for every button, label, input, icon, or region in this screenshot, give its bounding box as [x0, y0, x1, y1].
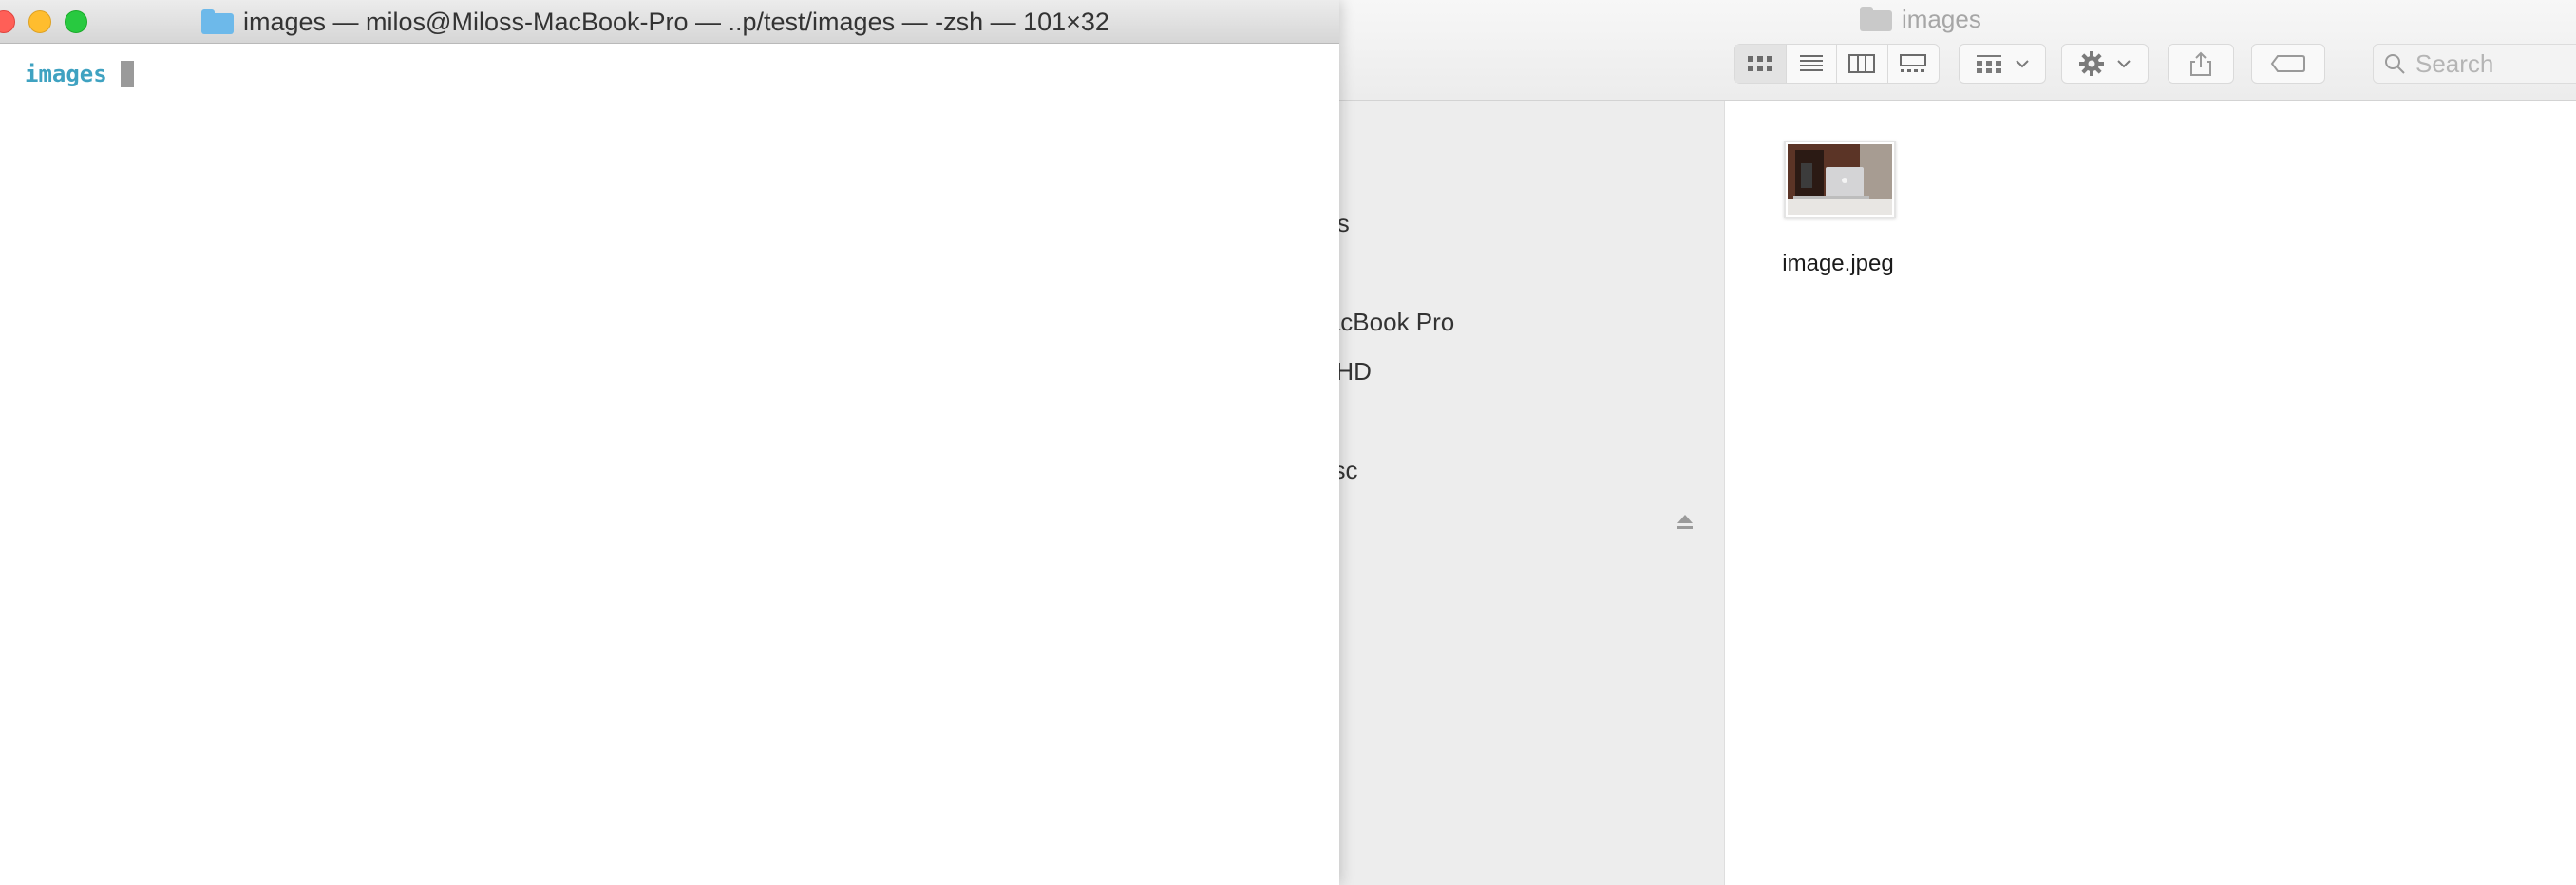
column-view-icon	[1848, 54, 1876, 73]
icon-view-icon	[1748, 56, 1773, 71]
action-button[interactable]	[2061, 44, 2149, 84]
gallery-view-icon	[1900, 54, 1927, 72]
view-switcher	[1734, 44, 1940, 84]
terminal-window: images — milos@Miloss-MacBook-Pro — ..p/…	[0, 0, 1339, 885]
tags-button[interactable]	[2251, 44, 2325, 84]
tag-icon	[2270, 55, 2305, 72]
column-view-button[interactable]	[1837, 45, 1888, 83]
folder-icon	[201, 9, 234, 34]
group-icon	[1977, 55, 2001, 73]
close-button[interactable]	[0, 10, 15, 33]
text-cursor	[120, 61, 134, 87]
terminal-title: images — milos@Miloss-MacBook-Pro — ..p/…	[201, 6, 1109, 38]
file-name: image.jpeg	[1782, 251, 1894, 276]
prompt-line: images	[25, 61, 134, 87]
tags-segment	[2252, 45, 2324, 83]
terminal-titlebar: images — milos@Miloss-MacBook-Pro — ..p/…	[0, 0, 1339, 44]
finder-title: images	[1860, 3, 1981, 35]
minimize-button[interactable]	[28, 10, 51, 33]
gallery-view-button[interactable]	[1888, 45, 1940, 83]
share-icon	[2190, 51, 2211, 76]
chevron-down-icon	[2016, 60, 2029, 68]
search-icon	[2385, 54, 2405, 74]
group-button[interactable]	[1959, 44, 2046, 84]
terminal-title-text: images — milos@Miloss-MacBook-Pro — ..p/…	[243, 7, 1109, 36]
maximize-button[interactable]	[65, 10, 87, 33]
list-view-button[interactable]	[1787, 45, 1837, 83]
eject-icon[interactable]	[1676, 513, 1695, 530]
terminal-body[interactable]: images	[0, 44, 1339, 885]
group-segment	[1960, 45, 2045, 83]
jpeg-thumbnail-icon	[1784, 141, 1896, 218]
folder-icon	[1860, 7, 1892, 31]
finder-title-text: images	[1902, 4, 1981, 33]
search-input[interactable]	[2415, 48, 2567, 79]
action-segment	[2062, 45, 2148, 83]
list-view-icon	[1799, 55, 1823, 71]
chevron-down-icon	[2117, 60, 2131, 68]
share-segment	[2169, 45, 2233, 83]
search-field[interactable]	[2373, 44, 2576, 84]
desktop: images Search 's MacBook Pro HD image.jp…	[0, 0, 2576, 885]
share-button[interactable]	[2168, 44, 2234, 84]
prompt-directory: images	[25, 61, 107, 87]
icon-view-button[interactable]	[1735, 45, 1787, 83]
gear-icon	[2079, 51, 2104, 76]
